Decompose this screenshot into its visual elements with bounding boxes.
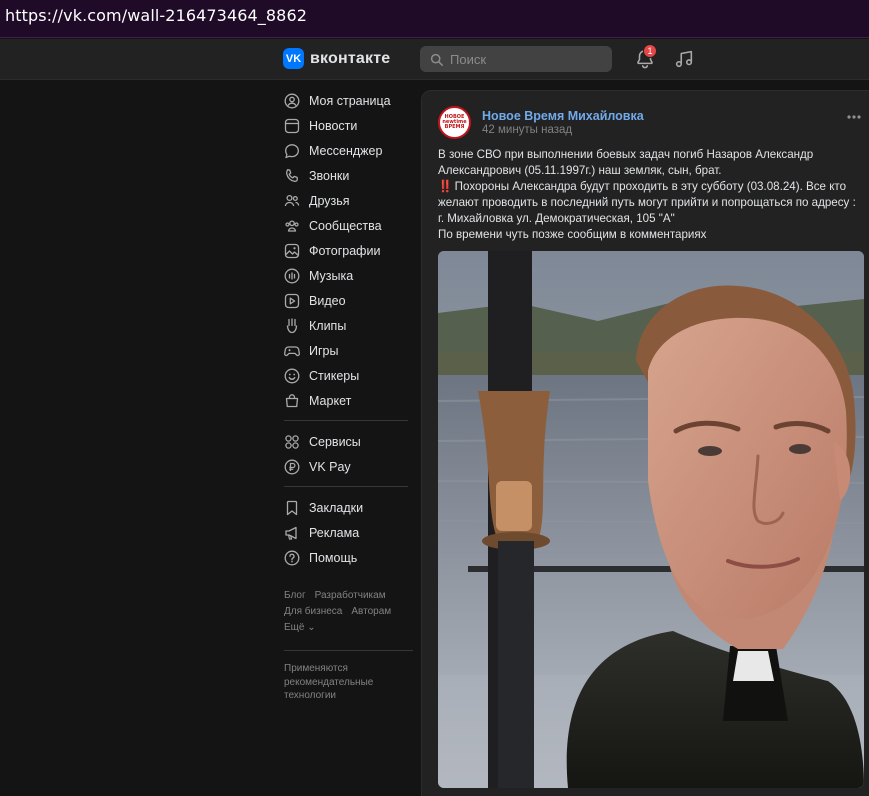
sidebar-item-clips[interactable]: Клипы	[284, 313, 414, 338]
sidebar-item-label: Реклама	[309, 525, 360, 540]
sidebar-item-photos[interactable]: Фотографии	[284, 238, 414, 263]
post-text-paragraph: По времени чуть позже сообщим в коммента…	[438, 228, 707, 241]
footer-link-developers[interactable]: Разработчикам	[315, 590, 386, 601]
sidebar-item-label: Новости	[309, 118, 358, 133]
video-icon	[284, 293, 300, 308]
sidebar-item-market[interactable]: Маркет	[284, 388, 414, 413]
communities-icon	[285, 219, 299, 232]
bookmark-icon	[286, 500, 298, 515]
sidebar-item-label: Сообщества	[309, 218, 382, 233]
sidebar-item-label: Игры	[309, 343, 339, 358]
post-text: В зоне СВО при выполнении боевых задач п…	[438, 147, 858, 243]
notification-count-badge: 1	[643, 44, 657, 58]
sidebar-item-news[interactable]: Новости	[284, 113, 414, 138]
post-timestamp[interactable]: 42 минуты назад	[482, 124, 572, 136]
clips-icon	[286, 317, 298, 333]
search-box[interactable]	[420, 46, 612, 72]
sidebar-item-label: Сервисы	[309, 434, 361, 449]
browser-address-bar[interactable]: https://vk.com/wall-216473464_8862	[0, 0, 869, 38]
photo-image	[438, 251, 864, 788]
help-icon	[284, 550, 300, 565]
top-header: VK вконтакте	[0, 39, 869, 80]
sidebar-item-video[interactable]: Видео	[284, 288, 414, 313]
sidebar-item-label: Закладки	[309, 500, 364, 515]
phone-icon	[285, 168, 298, 182]
post-photo[interactable]	[438, 251, 864, 788]
sidebar-item-label: VK Pay	[309, 459, 351, 474]
footer-links: Блог Разработчикам Для бизнеса Авторам Ещё…	[284, 588, 414, 636]
profile-icon	[284, 93, 300, 108]
sidebar-divider	[284, 420, 408, 421]
sidebar-item-ads[interactable]: Реклама	[284, 520, 414, 545]
photos-icon	[284, 243, 300, 258]
sidebar-item-friends[interactable]: Друзья	[284, 188, 414, 213]
sidebar-item-music[interactable]: Музыка	[284, 263, 414, 288]
sidebar-item-label: Музыка	[309, 268, 354, 283]
sidebar-item-stickers[interactable]: Стикеры	[284, 363, 414, 388]
post-text-paragraph: ‼️ Похороны Александра будут проходить в…	[438, 179, 858, 227]
sidebar-item-calls[interactable]: Звонки	[284, 163, 414, 188]
vk-logo-icon: VK	[283, 48, 304, 69]
services-icon	[285, 434, 299, 449]
double-exclamation-icon: ‼️	[438, 180, 452, 193]
sidebar-item-games[interactable]: Игры	[284, 338, 414, 363]
sidebar-item-label: Видео	[309, 293, 346, 308]
music-icon	[284, 268, 300, 283]
sidebar-item-help[interactable]: Помощь	[284, 545, 414, 570]
sidebar-item-label: Маркет	[309, 393, 352, 408]
sidebar-divider	[284, 486, 408, 487]
ads-icon	[285, 526, 297, 540]
avatar-logo-text: НОВОЕ newtime ВРЕМЯ	[442, 114, 467, 130]
sidebar-item-label: Фотографии	[309, 243, 381, 258]
sidebar-divider	[284, 650, 413, 651]
sidebar-item-communities[interactable]: Сообщества	[284, 213, 414, 238]
community-avatar[interactable]: НОВОЕ newtime ВРЕМЯ	[438, 106, 471, 139]
wall-post: НОВОЕ newtime ВРЕМЯ Новое Время Михайлов…	[421, 90, 869, 796]
friends-icon	[284, 194, 300, 206]
sidebar-item-messenger[interactable]: Мессенджер	[284, 138, 414, 163]
sidebar-item-vkpay[interactable]: VK Pay	[284, 454, 414, 479]
sidebar-item-label: Мессенджер	[309, 143, 383, 158]
left-sidebar: Моя страница Новости Мессенджер Звонки Д…	[284, 88, 414, 703]
sidebar-item-label: Стикеры	[309, 368, 360, 383]
messenger-icon	[285, 143, 299, 158]
sidebar-item-label: Друзья	[309, 193, 350, 208]
vk-logo[interactable]: VK вконтакте	[283, 48, 390, 69]
footer-link-authors[interactable]: Авторам	[351, 606, 391, 617]
sidebar-item-label: Клипы	[309, 318, 347, 333]
sidebar-item-label: Звонки	[309, 168, 350, 183]
vk-logo-text: вконтакте	[310, 49, 391, 67]
post-text-span: Похороны Александра будут проходить в эт…	[438, 180, 860, 225]
sidebar-item-label: Моя страница	[309, 93, 391, 108]
post-author-link[interactable]: Новое Время Михайловка	[482, 109, 644, 123]
recommendation-note[interactable]: Применяются рекомендательные технологии	[284, 662, 399, 703]
footer-link-more[interactable]: Ещё ⌄	[284, 622, 316, 633]
vkpay-icon	[284, 459, 300, 474]
more-options-icon[interactable]	[846, 114, 862, 120]
url-text[interactable]: https://vk.com/wall-216473464_8862	[5, 6, 307, 25]
sidebar-item-services[interactable]: Сервисы	[284, 429, 414, 454]
search-icon	[430, 53, 443, 66]
footer-link-blog[interactable]: Блог	[284, 590, 306, 601]
footer-link-business[interactable]: Для бизнеса	[284, 606, 342, 617]
sidebar-item-label: Помощь	[309, 550, 358, 565]
sidebar-item-my-page[interactable]: Моя страница	[284, 88, 414, 113]
news-icon	[284, 118, 300, 133]
music-icon[interactable]	[673, 48, 695, 70]
post-text-paragraph: В зоне СВО при выполнении боевых задач п…	[438, 148, 817, 177]
search-input[interactable]	[450, 51, 600, 67]
market-icon	[285, 393, 299, 407]
games-icon	[284, 345, 300, 356]
sidebar-item-bookmarks[interactable]: Закладки	[284, 495, 414, 520]
stickers-icon	[284, 368, 300, 383]
